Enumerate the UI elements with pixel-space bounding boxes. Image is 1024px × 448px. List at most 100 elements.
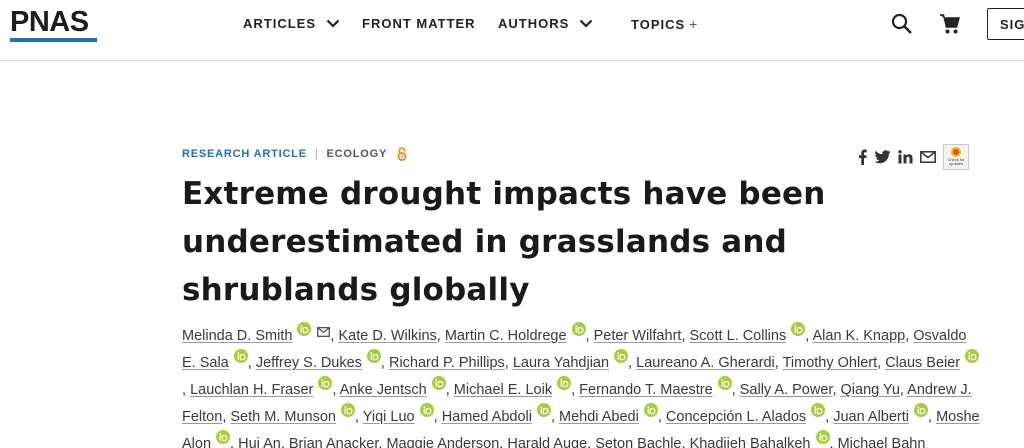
pnas-logo[interactable]: PNAS (10, 6, 89, 39)
author-name-link[interactable]: Timothy Ohlert (783, 355, 878, 371)
sign-in-button[interactable]: SIGN (987, 8, 1024, 40)
nav-authors[interactable]: AUTHORS (498, 16, 593, 31)
author-name-link[interactable]: Concepción L. Alados (666, 409, 806, 425)
author-name-link[interactable]: Hamed Abdoli (442, 409, 532, 425)
author-name-link[interactable]: Melinda D. Smith (182, 328, 292, 344)
author-item: Michael Bahn (838, 436, 926, 448)
author-separator: , (681, 328, 690, 344)
orcid-icon[interactable] (717, 376, 732, 390)
author-separator: , (877, 355, 886, 371)
orcid-icon[interactable] (318, 376, 333, 390)
orcid-icon[interactable] (571, 322, 586, 336)
author-separator: , (280, 436, 289, 448)
orcid-icon[interactable] (811, 403, 826, 417)
author-name-link[interactable]: Khadijeh Bahalkeh (690, 436, 811, 448)
author-item: Khadijeh Bahalkeh, (690, 430, 838, 448)
author-name-link[interactable]: Kate D. Wilkins (338, 328, 436, 344)
share-toolbar: Check for updates (858, 144, 969, 170)
facebook-icon[interactable] (858, 149, 867, 165)
site-header: PNAS ARTICLES FRONT MATTER AUTHORS TOPIC… (0, 0, 1024, 61)
author-separator: , (230, 436, 239, 448)
orcid-icon[interactable] (431, 376, 446, 390)
author-name-link[interactable]: Juan Alberti (833, 409, 909, 425)
author-item: Seton Bachle, (595, 436, 689, 448)
author-name-link[interactable]: Laura Yahdjian (513, 355, 609, 371)
article-type[interactable]: RESEARCH ARTICLE (182, 148, 307, 160)
author-item: Richard P. Phillips, (389, 355, 513, 371)
author-name-link[interactable]: Seton Bachle (595, 436, 681, 448)
author-name-link[interactable]: Mehdi Abedi (559, 409, 639, 425)
nav-articles[interactable]: ARTICLES (243, 16, 340, 31)
orcid-icon[interactable] (557, 376, 572, 390)
author-name-link[interactable]: Peter Wilfahrt (594, 328, 682, 344)
author-item: Laureano A. Gherardi, (636, 355, 782, 371)
author-item: Peter Wilfahrt, (594, 328, 690, 344)
author-separator: , (832, 382, 841, 398)
author-item: Hamed Abdoli, (442, 403, 560, 425)
author-name-link[interactable]: Sally A. Power (740, 382, 833, 398)
author-name-link[interactable]: Qiang Yu (841, 382, 900, 398)
author-name-link[interactable]: Michael E. Loik (454, 382, 552, 398)
orcid-icon[interactable] (233, 349, 248, 363)
author-name-link[interactable]: Fernando T. Maestre (579, 382, 713, 398)
orcid-icon[interactable] (914, 403, 929, 417)
author-name-link[interactable]: Harald Auge (507, 436, 587, 448)
orcid-icon[interactable] (297, 322, 312, 336)
nav-authors-label: AUTHORS (498, 16, 570, 31)
orcid-icon[interactable] (791, 322, 806, 336)
email-icon[interactable] (317, 321, 331, 346)
author-item: Laura Yahdjian, (513, 349, 636, 371)
author-item: Lauchlan H. Fraser, (190, 376, 340, 398)
author-separator: , (550, 409, 560, 425)
search-icon[interactable] (891, 13, 913, 35)
author-separator: , (774, 355, 783, 371)
author-name-link[interactable]: Michael Bahn (838, 436, 926, 448)
orcid-icon[interactable] (340, 403, 355, 417)
author-separator: , (731, 382, 740, 398)
author-item: Sally A. Power, (740, 382, 841, 398)
author-name-link[interactable]: Richard P. Phillips (389, 355, 505, 371)
author-item: Timothy Ohlert, (783, 355, 886, 371)
orcid-icon[interactable] (419, 403, 434, 417)
check-for-updates-badge[interactable]: Check for updates (943, 144, 969, 170)
logo-underline (10, 38, 97, 42)
author-separator: , (571, 382, 580, 398)
author-separator: , (436, 328, 445, 344)
author-name-link[interactable]: Maggie Anderson (386, 436, 499, 448)
author-name-link[interactable]: Lauchlan H. Fraser (190, 382, 313, 398)
orcid-icon[interactable] (366, 349, 381, 363)
open-access-icon (397, 147, 407, 161)
author-name-link[interactable]: Brian Anacker (289, 436, 378, 448)
nav-topics[interactable]: TOPICS + (631, 16, 698, 32)
orcid-icon[interactable] (216, 430, 231, 444)
author-name-link[interactable]: Jeffrey S. Dukes (256, 355, 362, 371)
article-subject[interactable]: ECOLOGY (327, 148, 388, 160)
chevron-down-icon (326, 19, 340, 28)
author-name-link[interactable]: Scott L. Collins (690, 328, 787, 344)
author-item: Jeffrey S. Dukes, (256, 349, 389, 371)
author-name-link[interactable]: Anke Jentsch (340, 382, 427, 398)
orcid-icon[interactable] (536, 403, 551, 417)
email-icon[interactable] (920, 151, 936, 163)
author-name-link[interactable]: Martin C. Holdrege (445, 328, 567, 344)
linkedin-icon[interactable] (898, 150, 913, 164)
author-separator: , (445, 382, 454, 398)
author-item: Concepción L. Alados, (666, 403, 833, 425)
author-name-link[interactable]: Claus Beier (885, 355, 960, 371)
author-name-link[interactable]: Yiqi Luo (363, 409, 415, 425)
nav-front-matter[interactable]: FRONT MATTER (362, 16, 476, 31)
author-name-link[interactable]: Laureano A. Gherardi (636, 355, 775, 371)
author-separator: , (354, 409, 363, 425)
author-name-link[interactable]: Alan K. Knapp (812, 328, 905, 344)
author-item: Mehdi Abedi, (559, 403, 666, 425)
orcid-icon[interactable] (815, 430, 830, 444)
orcid-icon[interactable] (614, 349, 629, 363)
author-name-link[interactable]: Hui An (238, 436, 281, 448)
author-name-link[interactable]: Seth M. Munson (230, 409, 336, 425)
orcid-icon[interactable] (643, 403, 658, 417)
author-item: Kate D. Wilkins, (338, 328, 444, 344)
twitter-icon[interactable] (874, 150, 891, 164)
author-separator: , (433, 409, 442, 425)
cart-icon[interactable] (939, 13, 961, 35)
orcid-icon[interactable] (965, 349, 980, 363)
